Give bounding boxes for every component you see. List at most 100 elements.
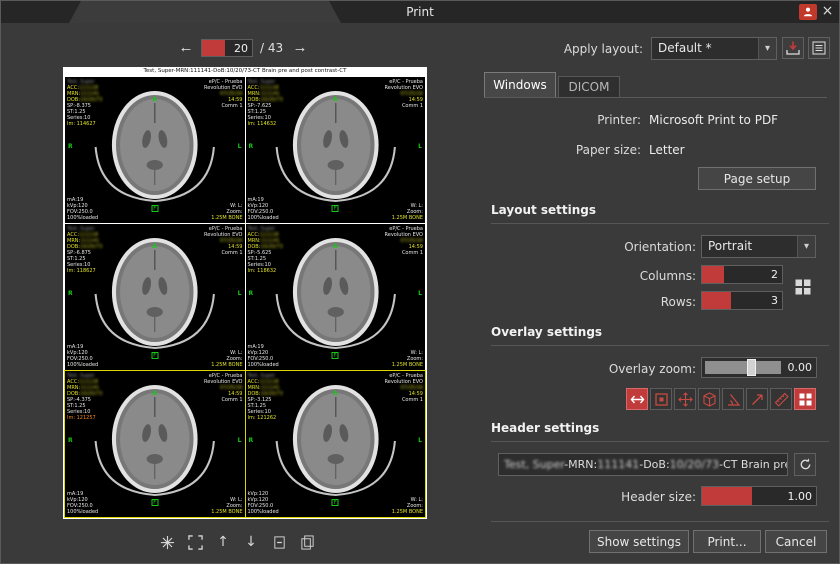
orientation-marker-anterior: A (333, 390, 338, 397)
cell-overlay-topleft: Test, Super ACC:111118 MRN:111141 DOB:10… (248, 373, 283, 421)
overlay-zoom-label: Overlay zoom: (556, 362, 696, 376)
ruler-overlay-icon[interactable] (770, 388, 792, 410)
cell-overlay-bottomleft: mA:19 kVp:120 FOV:250.0 100%loaded (67, 344, 98, 368)
page-number-value: 20 (234, 40, 248, 56)
tab-windows[interactable]: Windows (484, 72, 556, 97)
page-setup-button[interactable]: Page setup (698, 167, 816, 190)
preview-cell[interactable]: Test, Super ACC:111118 MRN:111141 DOB:10… (65, 224, 245, 370)
preview-cell[interactable]: Test, Super ACC:111118 MRN:111141 DOB:10… (65, 371, 245, 517)
columns-label: Columns: (596, 269, 696, 283)
move-page-down-icon[interactable]: ↓ (241, 532, 261, 552)
close-icon[interactable]: × (819, 3, 836, 20)
header-text-segment: -MRN: (564, 458, 597, 471)
duplicate-page-icon[interactable] (297, 532, 317, 552)
orientation-marker-anterior: A (152, 390, 157, 397)
cell-overlay-bottomright: W: L: Zoom: 1.25M BONE (211, 497, 242, 515)
cube-overlay-icon[interactable] (698, 388, 720, 410)
header-text-field[interactable]: Test, Super-MRN:111141-DoB:10/20/73-CT B… (498, 453, 788, 476)
orientation-box-icon: F (151, 205, 158, 212)
orientation-marker-left: L (418, 143, 422, 150)
preview-cell[interactable]: Test, Super ACC:111118 MRN:111141 DOB:10… (246, 224, 426, 370)
orientation-box-icon: F (332, 499, 339, 506)
cell-overlay-bottomleft: mA:19 kVp:120 FOV:250.0 100%loaded (67, 197, 98, 221)
delete-page-icon[interactable] (269, 532, 289, 552)
cell-overlay-topleft: Test, Super ACC:111118 MRN:111141 DOB:10… (248, 226, 283, 274)
grid-overlay-icon[interactable] (794, 388, 816, 410)
settings-tabs: Windows DICOM (484, 73, 827, 98)
chevron-down-icon: ▾ (797, 236, 815, 257)
footer-divider (491, 521, 829, 522)
orientation-marker-right: R (68, 437, 73, 444)
cell-overlay-topright: eP/C - Prueba Revolution EVO 07/25/16 14… (204, 226, 243, 256)
cell-overlay-topright: eP/C - Prueba Revolution EVO 07/25/16 14… (385, 226, 424, 256)
cell-overlay-topleft: Test, Super ACC:111118 MRN:111141 DOB:10… (67, 373, 102, 421)
layout-list-icon[interactable] (808, 37, 830, 59)
grid-layout-icon[interactable] (791, 275, 815, 299)
cell-overlay-topright: eP/C - Prueba Revolution EVO 07/25/16 14… (204, 373, 243, 403)
overlay-zoom-thumb[interactable] (747, 359, 756, 376)
move-page-up-icon[interactable]: ↑ (213, 532, 233, 552)
layout-settings-title: Layout settings (491, 203, 829, 224)
orientation-label: Orientation: (576, 240, 696, 254)
user-icon[interactable] (799, 4, 817, 20)
rows-slider-fill (702, 292, 731, 309)
tab-dicom[interactable]: DICOM (558, 76, 620, 97)
orientation-marker-anterior: A (333, 243, 338, 250)
auto-arrange-icon[interactable] (157, 532, 177, 552)
page-number-slider[interactable]: 20 (201, 39, 253, 57)
next-page-button[interactable]: → (289, 38, 311, 58)
orientation-marker-left: L (238, 290, 242, 297)
preview-header-text: Test, Super-MRN:111141-DoB:10/20/73-CT B… (63, 68, 427, 74)
move-overlay-icon[interactable] (674, 388, 696, 410)
cell-overlay-topleft: Test, Super ACC:111118 MRN:111141 DOB:10… (67, 79, 102, 127)
header-size-value: 1.00 (788, 487, 813, 505)
angle-overlay-icon[interactable] (722, 388, 744, 410)
fit-screen-icon[interactable] (185, 532, 205, 552)
cell-overlay-topleft: Test, Super ACC:111118 MRN:111141 DOB:10… (67, 226, 102, 274)
cell-overlay-bottomleft: mA:19 kVp:120 FOV:250.0 100%loaded (248, 344, 279, 368)
border-overlay-icon[interactable] (650, 388, 672, 410)
print-button[interactable]: Print... (693, 530, 761, 553)
orientation-marker-right: R (249, 437, 254, 444)
orientation-marker-left: L (238, 437, 242, 444)
prev-page-button[interactable]: ← (175, 38, 197, 58)
orientation-box-icon: F (151, 499, 158, 506)
orientation-marker-right: R (68, 143, 73, 150)
header-size-label: Header size: (576, 490, 696, 504)
header-text-segment: -CT Brain pre (719, 458, 788, 471)
rows-slider[interactable]: 3 (701, 291, 783, 310)
rows-value: 3 (771, 292, 778, 309)
preview-cell[interactable]: Test, Super ACC:111118 MRN:111141 DOB:10… (246, 77, 426, 223)
cancel-button[interactable]: Cancel (765, 530, 827, 553)
refresh-header-icon[interactable] (794, 453, 816, 476)
cell-overlay-bottomright: W: L: Zoom: 1.25M BONE (392, 350, 423, 368)
apply-layout-value: Default * (652, 38, 758, 59)
overlay-zoom-slider[interactable]: 0.00 (701, 357, 817, 378)
cell-overlay-topright: eP/C - Prueba Revolution EVO 07/25/16 14… (385, 79, 424, 109)
apply-layout-dropdown[interactable]: Default * ▾ (651, 37, 777, 60)
preview-cell[interactable]: Test, Super ACC:111118 MRN:111141 DOB:10… (65, 77, 245, 223)
header-text-segment: -DoB: (639, 458, 669, 471)
orientation-dropdown[interactable]: Portrait ▾ (701, 235, 816, 258)
cell-overlay-bottomleft: kVp:120 kVp:120 FOV:250.0 100%loaded (248, 491, 279, 515)
columns-slider[interactable]: 2 (701, 265, 783, 284)
show-settings-button[interactable]: Show settings (589, 530, 689, 553)
preview-cell[interactable]: Test, Super ACC:111118 MRN:111141 DOB:10… (246, 371, 426, 517)
rows-label: Rows: (596, 295, 696, 309)
fit-overlay-icon[interactable] (626, 388, 648, 410)
paper-size-label: Paper size: (541, 143, 641, 157)
apply-layout-label: Apply layout: (557, 42, 643, 56)
overlay-settings-title: Overlay settings (491, 325, 829, 346)
save-layout-icon[interactable] (782, 37, 804, 59)
header-size-slider[interactable]: 1.00 (701, 486, 817, 506)
print-dialog: Print × ← 20 / 43 → Test, Super-MRN:1111… (0, 0, 840, 564)
overlay-zoom-value: 0.00 (784, 361, 816, 374)
arrow-annotation-icon[interactable] (746, 388, 768, 410)
page-slider-fill (202, 40, 225, 56)
orientation-marker-anterior: A (333, 96, 338, 103)
orientation-marker-left: L (418, 437, 422, 444)
window-title: Print (1, 1, 839, 23)
page-total-label: / 43 (260, 41, 283, 55)
orientation-box-icon: F (151, 352, 158, 359)
chevron-down-icon: ▾ (758, 38, 776, 59)
